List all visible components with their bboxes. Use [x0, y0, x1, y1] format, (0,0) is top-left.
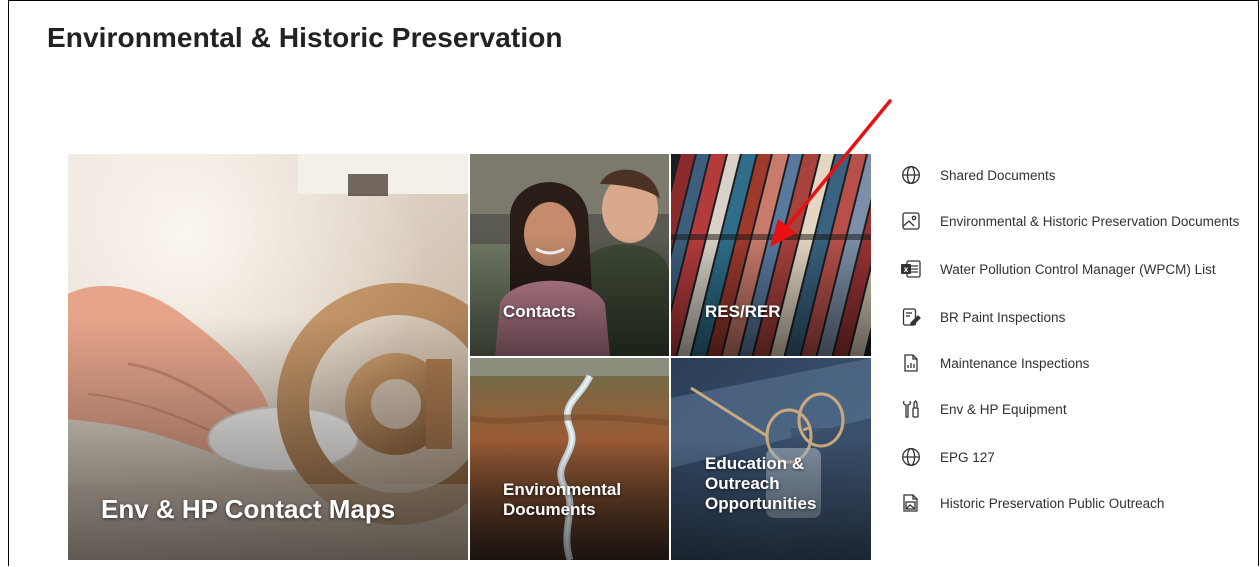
quick-link-ehp-documents[interactable]: Environmental & Historic Preservation Do…	[900, 206, 1239, 236]
globe-icon	[900, 446, 922, 468]
tile-environmental-documents[interactable]: Environmental Documents	[470, 358, 669, 560]
tile-education-outreach[interactable]: Education & Outreach Opportunities	[671, 358, 871, 560]
tile-shade	[470, 234, 669, 356]
tile-label-line: Contacts	[503, 302, 576, 321]
svg-text:x: x	[904, 265, 909, 274]
tile-label: RES/RER	[705, 302, 781, 322]
annotation-arrow	[770, 99, 892, 247]
quick-link-equipment[interactable]: Env & HP Equipment	[900, 394, 1067, 424]
quick-link-label: Maintenance Inspections	[940, 355, 1090, 371]
picture-doc-icon	[900, 492, 922, 514]
tile-label-line: Education &	[705, 454, 805, 473]
tools-icon	[900, 398, 922, 420]
quick-link-shared-documents[interactable]: Shared Documents	[900, 160, 1056, 190]
form-edit-icon	[900, 306, 922, 328]
report-chart-icon	[900, 352, 922, 374]
quick-link-br-paint-inspections[interactable]: BR Paint Inspections	[900, 302, 1065, 332]
tile-label-line: Documents	[503, 499, 596, 519]
quick-link-label: BR Paint Inspections	[940, 309, 1066, 325]
tile-label-line: RES/RER	[705, 302, 781, 321]
tile-label-line: Opportunities	[705, 493, 817, 513]
tile-label-line: Environmental	[503, 480, 622, 499]
quick-link-label: Env & HP Equipment	[940, 401, 1067, 417]
quick-link-label: EPG 127	[940, 449, 995, 465]
tile-label: Education & Outreach Opportunities	[705, 454, 816, 514]
tile-label: Contacts	[503, 302, 576, 322]
tile-label: Environmental Documents	[503, 480, 621, 520]
excel-icon: x	[900, 258, 922, 280]
image-file-icon	[900, 210, 922, 232]
quick-link-label: Environmental & Historic Preservation Do…	[940, 213, 1240, 229]
tile-contact-maps[interactable]: Env & HP Contact Maps	[68, 154, 468, 560]
tile-contacts[interactable]: Contacts	[470, 154, 669, 356]
tile-label: Env & HP Contact Maps	[101, 494, 395, 524]
page-title: Environmental & Historic Preservation	[47, 22, 563, 53]
quick-link-wpcm-list[interactable]: x Water Pollution Control Manager (WPCM)…	[900, 254, 1216, 284]
tile-label-line: Outreach	[705, 473, 780, 493]
quick-link-hp-public-outreach[interactable]: Historic Preservation Public Outreach	[900, 488, 1164, 518]
globe-icon	[900, 164, 922, 186]
quick-link-label: Historic Preservation Public Outreach	[940, 495, 1165, 511]
quick-link-label: Shared Documents	[940, 167, 1056, 183]
quick-link-epg-127[interactable]: EPG 127	[900, 442, 995, 472]
quick-link-maintenance-inspections[interactable]: Maintenance Inspections	[900, 348, 1089, 378]
quick-link-label: Water Pollution Control Manager (WPCM) L…	[940, 261, 1216, 277]
tile-label-line: Env & HP Contact Maps	[101, 494, 396, 524]
